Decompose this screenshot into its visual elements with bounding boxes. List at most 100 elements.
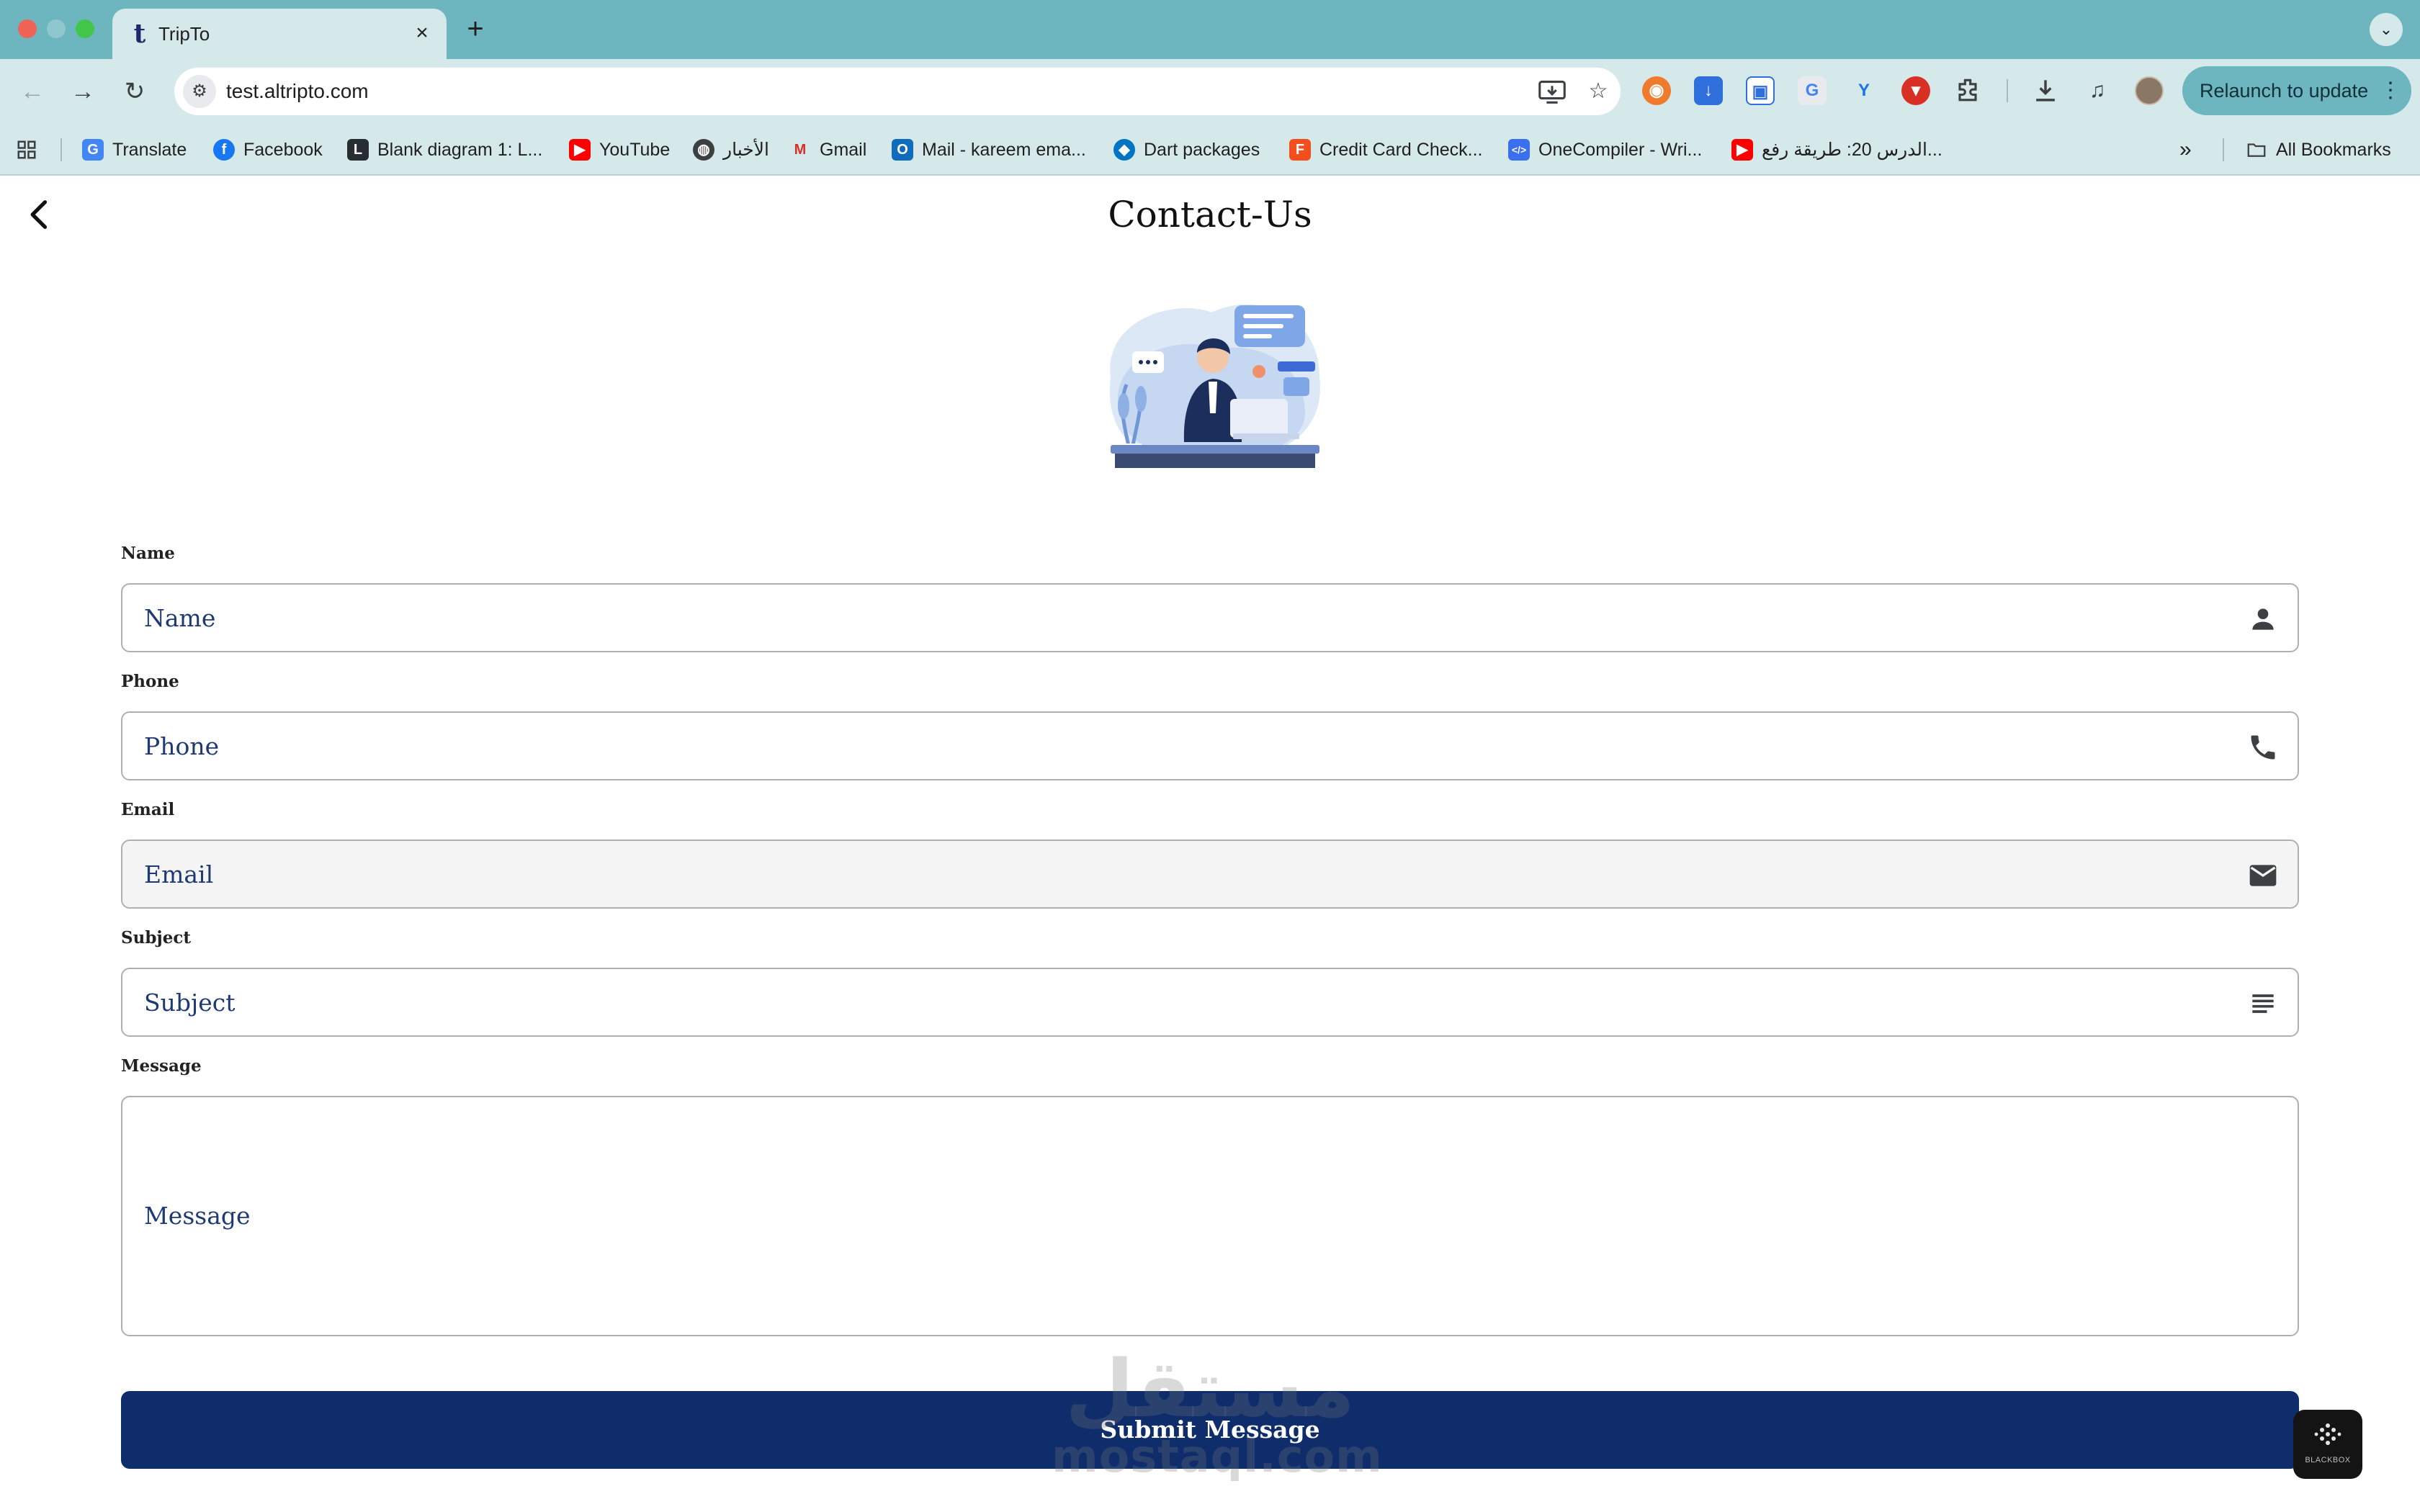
subject-label: Subject [121,928,191,948]
code-icon: </> [1508,139,1530,161]
page-title: Contact-Us [1108,194,1312,235]
folder-icon [2246,139,2267,161]
bookmark-label: Gmail [820,139,867,160]
gmail-icon: M [794,142,807,158]
bookmarks-divider [2223,138,2224,161]
facebook-icon: f [213,139,235,161]
tab-search-button[interactable]: ⌄ [2370,13,2403,46]
address-bar[interactable]: ⚙ test.altripto.com ☆ [174,68,1621,115]
bookmark-label: الدرس 20: طريقة رفع... [1762,140,1942,160]
bookmark-lesson[interactable]: ▶ الدرس 20: طريقة رفع... [1731,135,1942,164]
relaunch-to-update-button[interactable]: Relaunch to update ⋮ [2182,66,2411,115]
phone-label: Phone [121,672,179,691]
youtube-icon: ▶ [569,139,591,161]
subject-field[interactable]: Subject [121,968,2299,1037]
site-info-icon[interactable]: ⚙ [183,75,216,108]
globe-icon: ◍ [693,139,714,161]
extensions-puzzle-icon[interactable] [1952,75,1984,107]
tab-close-icon[interactable]: × [408,19,436,48]
apps-grid-icon[interactable] [16,135,37,164]
bookmark-label: Translate [112,139,187,160]
bookmark-label: YouTube [599,139,671,160]
bookmark-label: Dart packages [1144,139,1260,160]
bookmarks-bar: G Translate f Facebook L Blank diagram 1… [0,124,2420,176]
downloads-icon[interactable] [2030,75,2061,107]
bookmark-label: Facebook [243,139,323,160]
bookmark-label: الأخبار [723,140,769,160]
bookmark-onecompiler[interactable]: </> OneCompiler - Wri... [1508,135,1702,164]
name-field[interactable]: Name [121,583,2299,652]
bookmark-label: Mail - kareem ema... [922,139,1086,160]
relaunch-label: Relaunch to update [2200,80,2369,102]
person-icon [2247,603,2279,635]
bookmark-gmail[interactable]: M Gmail [789,135,867,164]
message-textarea[interactable]: Message [121,1096,2299,1336]
bookmark-figma[interactable]: F Credit Card Check... [1289,135,1482,164]
submit-message-button[interactable]: Submit Message [121,1391,2299,1469]
name-placeholder: Name [144,604,216,632]
message-placeholder: Message [144,1202,251,1230]
install-app-icon[interactable] [1536,75,1569,108]
bookmark-dart[interactable]: ◆ Dart packages [1113,135,1260,164]
browser-tab[interactable]: t TripTo × [112,9,447,59]
dart-icon: ◆ [1113,139,1135,161]
bookmark-label: OneCompiler - Wri... [1538,139,1703,160]
email-label: Email [121,800,175,819]
all-bookmarks-label: All Bookmarks [2276,139,2391,160]
address-url[interactable]: test.altripto.com [226,78,369,105]
figma-icon: F [1289,139,1311,161]
all-bookmarks-folder[interactable]: All Bookmarks [2246,135,2391,164]
subject-placeholder: Subject [144,989,236,1017]
message-label: Message [121,1056,202,1076]
new-tab-button[interactable]: + [461,14,490,43]
youtube-icon: ▶ [1731,139,1753,161]
toolbar-divider [2007,79,2008,102]
bookmarks-divider [60,138,62,161]
bookmark-news[interactable]: ◍ الأخبار [693,135,769,164]
window-maximize-button[interactable] [76,19,94,38]
bookmark-facebook[interactable]: f Facebook [213,135,323,164]
lucidchart-icon: L [347,139,369,161]
extension-translate-icon[interactable]: G [1798,76,1827,105]
outlook-icon: O [892,139,913,161]
email-placeholder: Email [144,860,214,888]
extension-shield-icon[interactable]: ▣ [1746,76,1775,105]
customer-support-illustration [1089,291,1331,478]
blackbox-logo-icon [2314,1423,2341,1445]
browser-menu-icon[interactable]: ⋮ [2380,75,2401,107]
envelope-icon [2247,860,2279,891]
extension-red-shield-icon[interactable]: ▾ [1901,76,1930,105]
google-translate-icon: G [82,139,104,161]
tab-favicon-icon: t [133,19,146,49]
blackbox-label: BLACKBOX [2305,1456,2351,1464]
profile-avatar[interactable] [2135,76,2164,105]
reload-button[interactable]: ↻ [118,75,151,108]
tab-title: TripTo [158,23,210,45]
extension-download-icon[interactable]: ↓ [1694,76,1723,105]
bookmark-label: Credit Card Check... [1319,139,1483,160]
extension-a-icon[interactable]: ◉ [1642,76,1671,105]
window-close-button[interactable] [18,19,37,38]
phone-icon [2247,732,2279,763]
bookmark-lucidchart[interactable]: L Blank diagram 1: L... [347,135,542,164]
phone-placeholder: Phone [144,732,220,760]
submit-label: Submit Message [1100,1416,1320,1444]
bookmark-outlook[interactable]: O Mail - kareem ema... [892,135,1086,164]
back-nav-button[interactable]: ← [16,75,49,108]
extension-v-icon[interactable]: Y [1850,76,1878,105]
bookmark-label: Blank diagram 1: L... [377,139,543,160]
subject-lines-icon [2247,988,2279,1020]
more-bookmarks-chevron-icon[interactable]: » [2179,135,2192,164]
bookmark-youtube[interactable]: ▶ YouTube [569,135,670,164]
email-field[interactable]: Email [121,840,2299,909]
blackbox-floating-button[interactable]: BLACKBOX [2293,1410,2362,1479]
bookmark-star-icon[interactable]: ☆ [1582,75,1615,108]
media-control-icon[interactable]: ♫ [2081,75,2113,107]
contact-us-page: Contact-Us Name Name Phone Phone Email E… [0,176,2420,1512]
phone-field[interactable]: Phone [121,711,2299,780]
window-minimize-button[interactable] [47,19,66,38]
forward-nav-button[interactable]: → [66,75,99,108]
browser-tab-strip: t TripTo × + ⌄ [0,0,2420,59]
name-label: Name [121,544,175,563]
bookmark-translate[interactable]: G Translate [82,135,187,164]
